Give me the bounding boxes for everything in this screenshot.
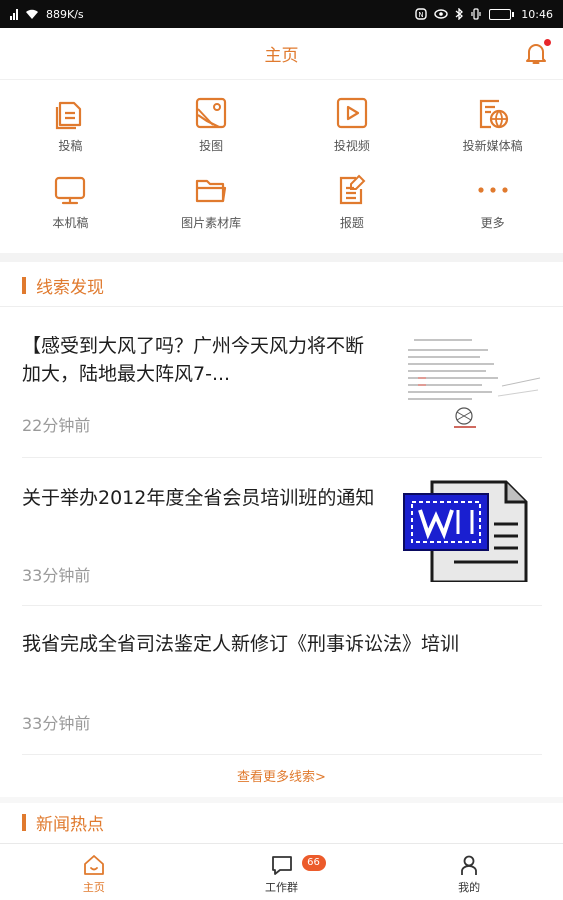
edit-document-icon xyxy=(339,174,366,205)
quick-action-label: 投图 xyxy=(199,139,224,153)
clue-time: 33分钟前 xyxy=(22,566,91,585)
text-document-thumbnail xyxy=(402,326,542,434)
folder-icon xyxy=(196,179,227,203)
quick-action-label: 本机稿 xyxy=(52,216,89,230)
eye-icon xyxy=(434,9,448,19)
clue-item[interactable]: 关于举办2012年度全省会员培训班的通知 33分钟前 xyxy=(22,458,542,606)
clue-time: 33分钟前 xyxy=(22,714,91,733)
wifi-icon xyxy=(26,9,38,19)
quick-action-local-drafts[interactable]: 本机稿 xyxy=(0,172,141,249)
tab-label: 主页 xyxy=(82,881,105,894)
network-speed: 889K/s xyxy=(46,7,84,21)
tab-label: 我的 xyxy=(458,881,481,894)
quick-action-label: 投新媒体稿 xyxy=(462,139,523,153)
vibrate-icon xyxy=(471,8,481,20)
quick-action-grid: 投稿 投图 投视频 投新媒体稿 本机稿 图片素材库 报题 更多 xyxy=(0,81,563,253)
more-icon xyxy=(478,187,508,193)
quick-action-submit-image[interactable]: 投图 xyxy=(141,95,282,172)
user-icon xyxy=(461,855,478,875)
unread-badge: 66 xyxy=(301,855,326,871)
section-divider xyxy=(0,253,563,262)
bluetooth-icon xyxy=(455,8,464,20)
bottom-tab-bar: 主页 66 工作群 我的 xyxy=(0,843,563,900)
section-accent-bar xyxy=(22,276,26,294)
quick-action-label: 投稿 xyxy=(58,139,83,153)
tab-work-group[interactable]: 66 工作群 xyxy=(188,844,376,900)
quick-action-more[interactable]: 更多 xyxy=(422,172,563,249)
quick-action-label: 更多 xyxy=(480,216,505,230)
image-icon xyxy=(196,97,227,129)
section-title: 线索发现 xyxy=(36,277,104,298)
clues-section-header: 线索发现 xyxy=(0,263,563,307)
quick-action-submit-article[interactable]: 投稿 xyxy=(0,95,141,172)
quick-action-submit-new-media[interactable]: 投新媒体稿 xyxy=(422,95,563,172)
status-bar: 889K/s N 10:46 xyxy=(0,0,563,28)
word-file-thumbnail xyxy=(403,480,528,582)
section-accent-bar xyxy=(22,813,26,831)
app-header: 主页 xyxy=(0,28,563,80)
view-more-clues-link[interactable]: 查看更多线索> xyxy=(0,766,563,785)
document-icon xyxy=(56,101,82,130)
status-time: 10:46 xyxy=(521,7,553,21)
quick-action-label: 报题 xyxy=(339,216,364,230)
signal-icon xyxy=(10,8,18,20)
globe-document-icon xyxy=(479,99,508,129)
status-bar-left: 889K/s xyxy=(10,8,84,21)
quick-action-label: 投视频 xyxy=(333,139,370,153)
chat-icon xyxy=(271,856,292,875)
tab-profile[interactable]: 我的 xyxy=(375,844,563,900)
clue-title: 我省完成全省司法鉴定人新修订《刑事诉讼法》培训 xyxy=(22,633,460,655)
notification-button[interactable] xyxy=(523,39,551,66)
quick-action-report-topic[interactable]: 报题 xyxy=(282,172,423,249)
svg-text:N: N xyxy=(419,11,424,19)
tab-label: 工作群 xyxy=(265,881,298,894)
section-title: 新闻热点 xyxy=(36,814,104,835)
video-icon xyxy=(336,97,367,129)
battery-icon xyxy=(489,8,515,20)
quick-action-submit-video[interactable]: 投视频 xyxy=(282,95,423,172)
clue-title: 【感受到大风了吗？广州今天风力将不断加大，陆地最大阵风7-... xyxy=(22,335,365,385)
clue-title: 关于举办2012年度全省会员培训班的通知 xyxy=(22,487,375,509)
notification-dot xyxy=(544,39,551,46)
nfc-icon: N xyxy=(415,8,427,20)
quick-action-image-library[interactable]: 图片素材库 xyxy=(141,172,282,249)
quick-action-label: 图片素材库 xyxy=(181,216,242,230)
news-section-header: 新闻热点 xyxy=(0,803,563,841)
home-icon xyxy=(83,855,104,875)
clue-time: 22分钟前 xyxy=(22,416,91,435)
monitor-icon xyxy=(55,176,86,205)
clue-item[interactable]: 【感受到大风了吗？广州今天风力将不断加大，陆地最大阵风7-... 22分钟前 xyxy=(22,308,542,458)
tab-home[interactable]: 主页 xyxy=(0,844,188,900)
status-bar-right: N 10:46 xyxy=(415,8,553,21)
page-title: 主页 xyxy=(264,46,299,66)
clue-item[interactable]: 我省完成全省司法鉴定人新修订《刑事诉讼法》培训 33分钟前 xyxy=(22,606,542,755)
